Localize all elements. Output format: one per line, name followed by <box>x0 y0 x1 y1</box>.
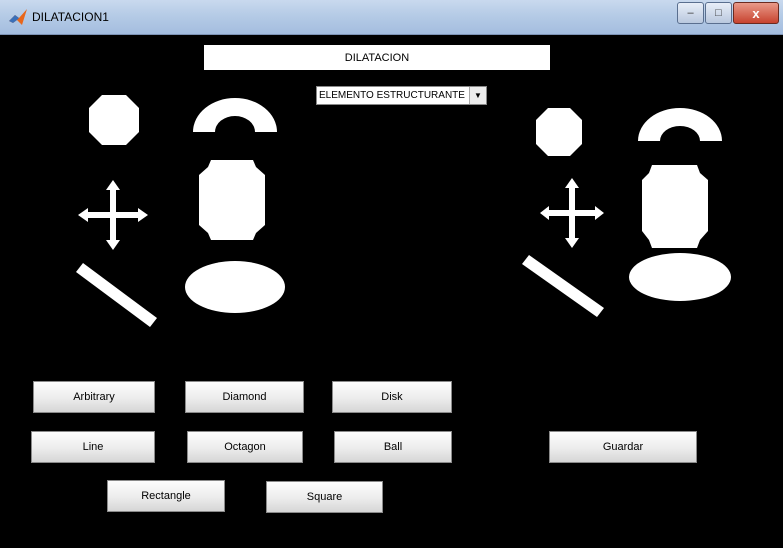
arc-shape <box>638 108 722 141</box>
close-button[interactable]: x <box>733 2 779 24</box>
ellipse-shape <box>629 253 731 301</box>
line-button[interactable]: Line <box>31 431 155 463</box>
maximize-icon: □ <box>715 7 722 19</box>
structuring-element-dropdown[interactable]: ELEMENTO ESTRUCTURANTE ▼ <box>316 86 487 105</box>
minimize-icon: – <box>687 7 694 19</box>
square-button[interactable]: Square <box>266 481 383 513</box>
original-image-axes <box>76 95 285 327</box>
octagon-button[interactable]: Octagon <box>187 431 303 463</box>
close-icon: x <box>752 5 760 21</box>
line-shape <box>76 263 157 327</box>
title-bar[interactable]: DILATACION1 – □ x <box>0 0 783 35</box>
arbitrary-button[interactable]: Arbitrary <box>33 381 155 413</box>
rectangle-button[interactable]: Rectangle <box>107 480 225 512</box>
dilated-image-axes <box>522 108 731 317</box>
ball-button[interactable]: Ball <box>334 431 452 463</box>
minimize-button[interactable]: – <box>677 2 704 24</box>
disk-button[interactable]: Disk <box>332 381 452 413</box>
guardar-button[interactable]: Guardar <box>549 431 697 463</box>
window-controls: – □ x <box>676 2 779 24</box>
octagon-shape <box>89 95 139 145</box>
maximize-button[interactable]: □ <box>705 2 732 24</box>
cross-shape <box>78 180 148 250</box>
cross-shape <box>540 178 604 248</box>
ellipse-shape <box>185 261 285 313</box>
clipped-rectangle-shape <box>642 165 708 248</box>
header-label: DILATACION <box>204 45 550 70</box>
arc-shape <box>193 98 277 132</box>
figure-window: DILATACION1 – □ x DILATACION ELEMENTO ES… <box>0 0 783 548</box>
diamond-button[interactable]: Diamond <box>185 381 304 413</box>
chevron-down-icon[interactable]: ▼ <box>469 87 486 104</box>
dropdown-selected-value: ELEMENTO ESTRUCTURANTE <box>319 90 465 101</box>
line-shape <box>522 255 604 317</box>
octagon-shape <box>536 108 582 156</box>
window-title: DILATACION1 <box>32 10 109 24</box>
matlab-icon <box>9 9 27 25</box>
clipped-rectangle-shape <box>199 160 265 240</box>
